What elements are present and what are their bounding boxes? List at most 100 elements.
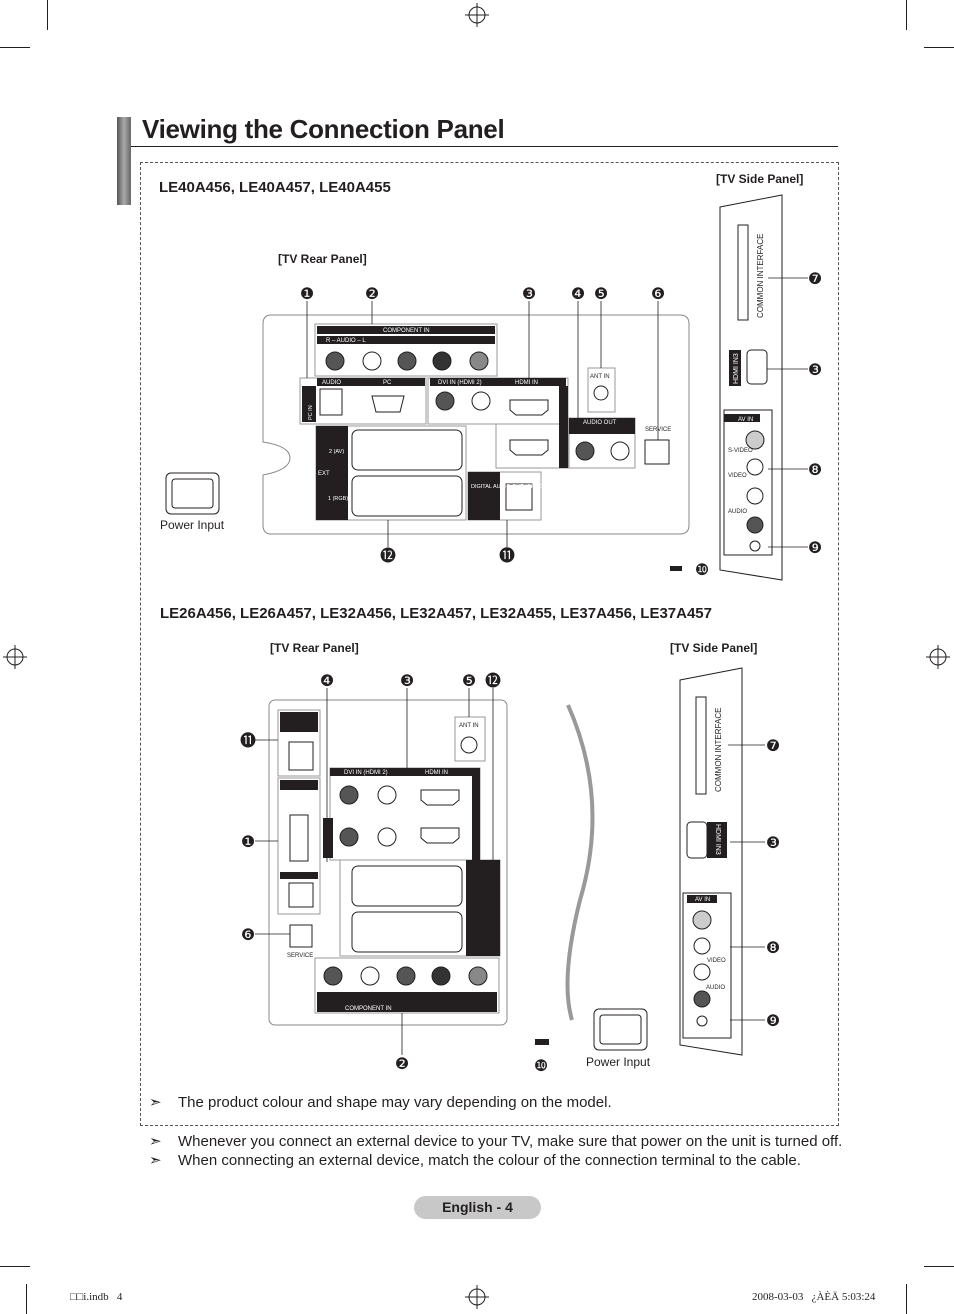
diagram-shape: COMPONENT IN R – AUDIO – L AUDIO PC PC I… (308, 328, 753, 1012)
port-label: VIDEO (728, 473, 747, 479)
diagram-shape (360, 966, 380, 986)
port-label: HDMI IN3 (733, 353, 740, 384)
diagram-shape (746, 516, 764, 534)
diagram-shape (575, 441, 595, 461)
diagram-shape (289, 924, 313, 948)
port-label: AUDIO (728, 509, 747, 515)
arrow-pointer-icon: ➣ (149, 1133, 162, 1150)
diagram-shape (397, 351, 417, 371)
diagram-shape (351, 865, 463, 907)
diagram-shape (509, 399, 549, 416)
diagram-shape (317, 992, 497, 1012)
callout-3: ❸ (522, 286, 536, 303)
diagram-shape (432, 351, 452, 371)
diagram-shape (509, 439, 549, 456)
port-label: VIDEO (707, 958, 726, 964)
diagram-shape (277, 777, 321, 915)
callout-10: ❿ (534, 1058, 548, 1075)
diagram-shape (351, 429, 463, 471)
callout-4: ❹ (320, 673, 334, 690)
callout-5: ❺ (462, 673, 476, 690)
callout-9: ❾ (808, 540, 822, 557)
port-label: SERVICE (645, 427, 671, 433)
callout-12: ⓬ (380, 547, 396, 565)
diagram-shape (670, 566, 682, 571)
diagram-shape (686, 821, 708, 859)
diagram-shape (288, 741, 314, 771)
diagram-shape (377, 785, 397, 805)
callout-7: ❼ (808, 271, 822, 288)
diagram-shape (396, 966, 416, 986)
cable-curve (565, 704, 595, 1021)
port-label: ANT IN (590, 374, 610, 380)
diagram-shape (289, 814, 309, 862)
port-label: ANT IN (459, 723, 479, 729)
diagram-shape (351, 911, 463, 953)
diagram-shape (460, 736, 478, 754)
footer-timestamp: 2008-03-03 ¿ÀÈÄ 5:03:24 (752, 1291, 876, 1303)
diagram-shape (362, 351, 382, 371)
port-label: SERVICE (287, 953, 313, 959)
diagram-shape (749, 540, 761, 552)
callout-7: ❼ (766, 738, 780, 755)
callout-8: ❽ (766, 940, 780, 957)
port-label: AUDIO OUT (583, 420, 617, 426)
port-label: AV IN (695, 897, 710, 903)
diagram-shape: ANT IN SERVICE VIDEO AUDIO S-VIDEO ANT I… (287, 234, 765, 991)
port-label: HDMI IN (425, 770, 448, 776)
port-label: COMPONENT IN (383, 328, 430, 334)
footer-file: □□i.indb 4 (70, 1291, 123, 1303)
port-label: EXT (318, 471, 330, 477)
callout-1: ❶ (300, 286, 314, 303)
diagram-shape (329, 767, 481, 861)
port-label: COMPONENT IN (345, 1006, 392, 1012)
diagram-shape (468, 472, 500, 520)
diagram-shape (599, 1014, 642, 1045)
note-3: When connecting an external device, matc… (178, 1152, 801, 1169)
port-label: AV IN (738, 417, 753, 423)
callout-6: ❻ (651, 286, 665, 303)
diagram-shape (420, 789, 460, 806)
diagram-shape (339, 785, 359, 805)
side-panel-outline-2 (679, 667, 743, 1056)
diagram-shape (468, 966, 488, 986)
callout-12: ⓬ (485, 672, 501, 690)
port-label: R – AUDIO – L (326, 338, 366, 344)
diagram-shape (693, 937, 711, 955)
callout-2: ❷ (395, 1056, 409, 1073)
diagram-shape (469, 351, 489, 371)
diagram-shape (339, 827, 359, 847)
diagram-shape (351, 475, 463, 517)
diagram-shape: ❶ ❷ ❸ ❹ ❺ ❻ ❼ ❸ ❽ ❾ ❿ ⓬ ⓫ ❹ ❸ ❺ ⓬ ⓫ ❶ ❻ … (240, 271, 822, 1075)
note-2: Whenever you connect an external device … (178, 1133, 843, 1150)
port-label: COMMON INTERFACE (756, 234, 765, 318)
diagram-shape (280, 780, 318, 790)
pc-in-label: PC IN (308, 405, 314, 420)
diagram-shape (171, 478, 214, 509)
diagram-shape (723, 409, 773, 556)
diagram-shape (593, 385, 609, 401)
diagram-shape (767, 277, 808, 548)
arrow-pointer-icon: ➣ (149, 1152, 162, 1169)
callout-11: ⓫ (240, 732, 256, 750)
diagram-shape (3, 3, 950, 1309)
diagram-shape (319, 388, 343, 416)
callout-4: ❹ (571, 286, 585, 303)
callout-8: ❽ (808, 462, 822, 479)
port-label: PC (383, 380, 392, 386)
registration-mark-icon (926, 645, 950, 669)
diagram-shape (692, 910, 712, 930)
port-label: AUDIO (706, 985, 725, 991)
callout-3: ❸ (808, 362, 822, 379)
port-label: DIGITAL AUDIO OUT (OPTICAL) (471, 484, 552, 490)
registration-mark-icon (3, 645, 27, 669)
diagram-shape (280, 872, 318, 879)
callout-3: ❸ (766, 835, 780, 852)
diagram-shape (745, 430, 765, 450)
diagram-shape (371, 395, 405, 413)
port-label: AUDIO (322, 380, 341, 386)
port-label: S-VIDEO (728, 448, 753, 454)
diagram-shape (471, 391, 491, 411)
diagram-shape (280, 712, 318, 732)
diagram-shape (431, 966, 451, 986)
